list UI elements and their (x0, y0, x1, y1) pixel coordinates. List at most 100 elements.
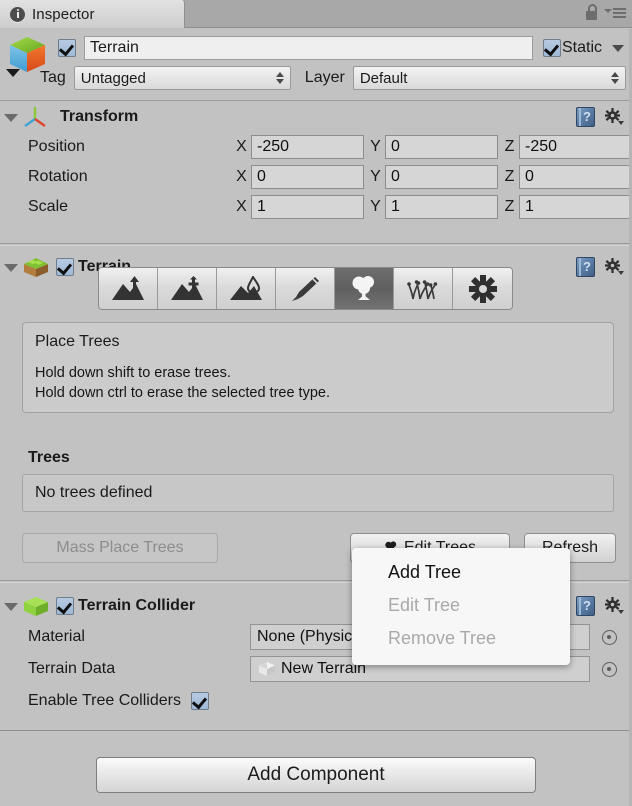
gameobject-name-input[interactable]: Terrain (84, 36, 533, 60)
trees-empty-text: No trees defined (35, 484, 153, 501)
terrain-collider-enabled-checkbox[interactable] (56, 597, 74, 615)
position-x-value: -250 (256, 138, 290, 155)
help-book-icon[interactable]: ? (576, 107, 595, 127)
target-picker-icon[interactable] (602, 661, 617, 677)
help-book-icon[interactable]: ? (576, 596, 595, 616)
axis-label-x: X (236, 198, 247, 215)
terrain-settings-tool[interactable] (453, 268, 512, 309)
position-y-input[interactable]: 0 (385, 135, 498, 159)
gameobject-name-value: Terrain (90, 39, 139, 56)
chevron-updown-icon (611, 71, 620, 85)
foldout-arrow-icon[interactable] (4, 114, 18, 122)
inspector-tabbar: Inspector (0, 0, 632, 28)
static-label: Static (561, 39, 602, 56)
transform-title: Transform (60, 108, 139, 125)
menu-item-edit-tree-label: Edit Tree (388, 595, 461, 615)
axis-label-x: X (236, 138, 247, 155)
paint-texture-tool[interactable] (276, 268, 335, 309)
tag-value: Untagged (80, 69, 146, 87)
material-label: Material (28, 628, 85, 645)
scale-z-input[interactable]: 1 (519, 195, 632, 219)
terrain-tool-strip (98, 267, 513, 310)
tab-inspector[interactable]: Inspector (0, 0, 185, 28)
axis-label-y: Y (370, 198, 381, 215)
axis-label-y: Y (370, 168, 381, 185)
terrain-data-label: Terrain Data (28, 660, 116, 677)
menu-item-edit-tree: Edit Tree (352, 589, 570, 622)
menu-item-remove-tree-label: Remove Tree (388, 628, 497, 648)
static-toggle-group: Static (542, 39, 626, 57)
position-label: Position (28, 138, 85, 155)
axis-label-z: Z (504, 198, 515, 215)
position-y-value: 0 (391, 138, 400, 155)
gear-icon[interactable] (604, 257, 624, 277)
tab-inspector-label: Inspector (32, 5, 95, 23)
mass-place-trees-button[interactable]: Mass Place Trees (22, 533, 218, 563)
rotation-z-input[interactable]: 0 (519, 165, 632, 189)
rotation-z-value: 0 (525, 168, 534, 185)
gear-icon[interactable] (604, 596, 624, 616)
enable-tree-colliders-label: Enable Tree Colliders (28, 692, 181, 709)
foldout-arrow-icon[interactable] (4, 603, 18, 611)
gameobject-icon-dropdown-triangle[interactable] (6, 69, 20, 77)
axis-label-z: Z (504, 138, 515, 155)
trees-section-label: Trees (28, 449, 70, 466)
chevron-updown-icon (275, 71, 285, 85)
help-book-icon[interactable]: ? (576, 257, 595, 277)
scale-y-input[interactable]: 1 (385, 195, 498, 219)
place-trees-helpbox: Place Trees Hold down shift to erase tre… (22, 322, 614, 413)
mass-place-trees-label: Mass Place Trees (56, 539, 184, 556)
foldout-arrow-icon[interactable] (4, 264, 18, 272)
transform-component: Transform ? Position X -250 Y 0 Z -250 R… (0, 102, 632, 233)
tag-dropdown[interactable]: Untagged (73, 66, 291, 90)
raise-lower-terrain-tool[interactable] (99, 268, 158, 309)
menu-item-add-tree[interactable]: Add Tree (352, 556, 570, 589)
layer-dropdown[interactable]: Default (352, 66, 626, 90)
scale-x-input[interactable]: 1 (250, 195, 364, 219)
info-icon (10, 6, 25, 22)
terrain-enabled-checkbox[interactable] (56, 258, 74, 276)
position-z-input[interactable]: -250 (519, 135, 632, 159)
place-trees-tool[interactable] (335, 268, 394, 309)
terrain-asset-icon (257, 660, 277, 678)
terrain-collider-header-actions: ? (576, 596, 624, 616)
rotation-y-input[interactable]: 0 (385, 165, 498, 189)
rotation-x-input[interactable]: 0 (250, 165, 364, 189)
add-component-button[interactable]: Add Component (96, 757, 536, 793)
edit-trees-dropdown-menu: Add Tree Edit Tree Remove Tree (352, 548, 570, 665)
scale-x-value: 1 (256, 198, 266, 215)
target-picker-icon[interactable] (602, 629, 617, 645)
tag-layer-row: Tag Untagged Layer Default (40, 65, 626, 91)
paint-details-tool[interactable] (394, 268, 453, 309)
transform-axis-icon (22, 105, 48, 129)
tabbar-controls (585, 4, 626, 20)
rotation-x-value: 0 (256, 168, 266, 185)
add-component-label: Add Component (247, 764, 385, 785)
transform-header-actions: ? (576, 107, 624, 127)
smooth-height-tool[interactable] (217, 268, 276, 309)
axis-label-x: X (236, 168, 247, 185)
static-checkbox[interactable] (542, 39, 561, 57)
footer-divider (0, 730, 632, 731)
gameobject-enabled-checkbox[interactable] (58, 39, 76, 57)
paint-height-tool[interactable] (158, 268, 217, 309)
hamburger-menu-icon[interactable] (604, 5, 626, 19)
terrain-header-actions: ? (576, 257, 624, 277)
transform-rotation-row: Rotation X 0 Y 0 Z 0 (0, 162, 632, 192)
trees-list-empty[interactable]: No trees defined (22, 474, 614, 512)
gameobject-name-row: Terrain Static (58, 35, 626, 61)
position-x-input[interactable]: -250 (250, 135, 364, 159)
static-dropdown-icon[interactable] (612, 44, 624, 52)
lock-icon[interactable] (585, 4, 598, 20)
transform-position-row: Position X -250 Y 0 Z -250 (0, 132, 632, 162)
gear-icon[interactable] (604, 107, 624, 127)
axis-label-z: Z (504, 168, 515, 185)
enable-tree-colliders-checkbox[interactable] (190, 692, 209, 710)
transform-scale-row: Scale X 1 Y 1 Z 1 (0, 192, 632, 222)
gameobject-header: Terrain Static Tag Untagged Layer Defaul… (0, 29, 632, 101)
inspector-window: Inspector Terrain Static Tag Untagged La… (0, 0, 632, 806)
transform-header[interactable]: Transform ? (0, 102, 632, 132)
scale-z-value: 1 (525, 198, 534, 215)
scale-label: Scale (28, 198, 69, 215)
menu-item-add-tree-label: Add Tree (388, 562, 462, 582)
